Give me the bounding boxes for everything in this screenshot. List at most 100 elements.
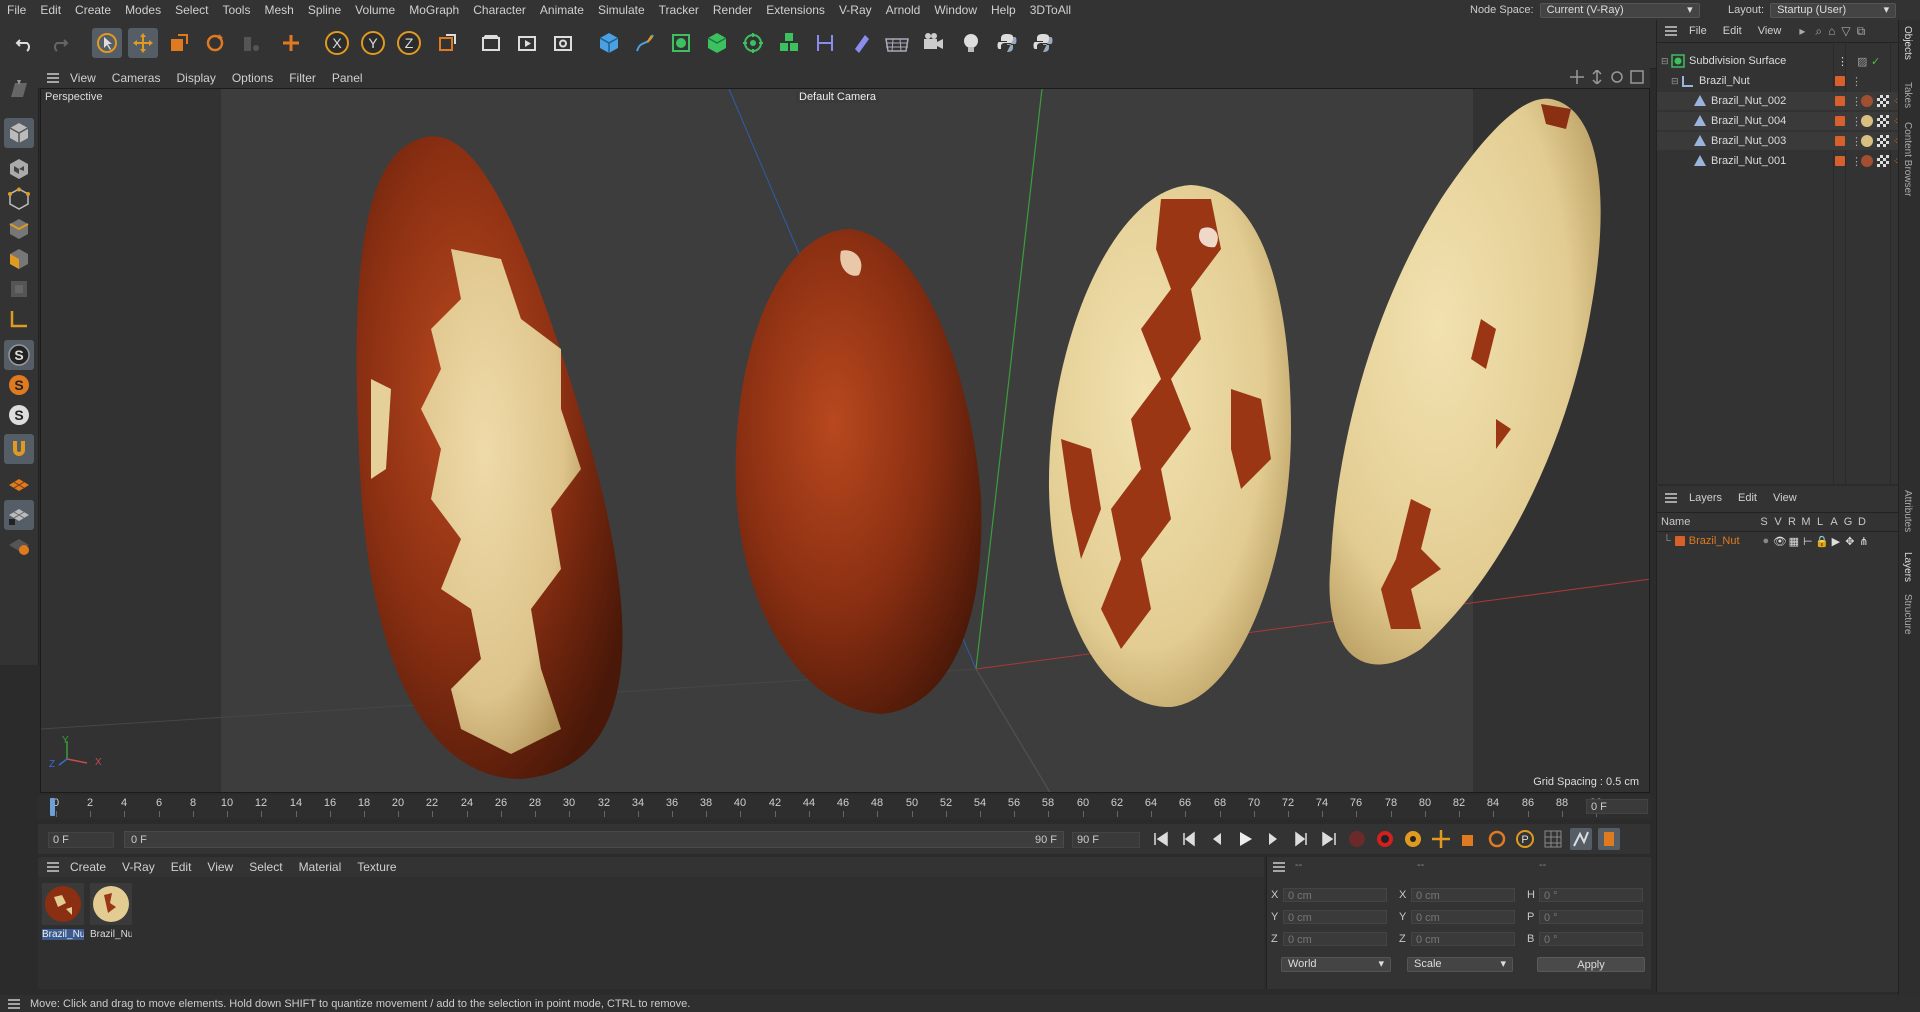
- autokey-record-icon[interactable]: [1374, 828, 1396, 850]
- home-icon[interactable]: ⌂: [1828, 24, 1835, 38]
- layer-color-swatch[interactable]: [1835, 76, 1845, 86]
- move-tool-button[interactable]: [128, 28, 158, 58]
- field-button[interactable]: [846, 28, 876, 58]
- brazil-nut-model[interactable]: [735, 229, 982, 714]
- layer-color-swatch[interactable]: [1835, 116, 1845, 126]
- generator-icon[interactable]: ✥: [1843, 535, 1857, 548]
- key-position-icon[interactable]: [1430, 828, 1452, 850]
- render-view-button[interactable]: [476, 28, 506, 58]
- scale-tool-button[interactable]: [164, 28, 194, 58]
- layer-row-brazil-nut[interactable]: └ Brazil_Nut ● 👁 ▦ ⊢ 🔒 ▶ ✥ ⋔: [1657, 532, 1898, 550]
- layer-color-swatch[interactable]: [1835, 136, 1845, 146]
- material-swatch[interactable]: Brazil_Nu: [42, 883, 84, 940]
- camera-button[interactable]: [918, 28, 948, 58]
- layer-col-visible[interactable]: V: [1771, 516, 1785, 528]
- axis-mode-button[interactable]: [4, 304, 34, 334]
- rotation-b-field[interactable]: 0 °: [1539, 932, 1643, 946]
- snap-enable-button[interactable]: S: [4, 340, 34, 370]
- viewport-menu-filter[interactable]: Filter: [281, 71, 324, 85]
- layer-col-locked[interactable]: L: [1813, 516, 1827, 528]
- tab-layers[interactable]: Layers: [1902, 552, 1913, 582]
- material-menu-vray[interactable]: V-Ray: [114, 860, 163, 874]
- camera-name-label[interactable]: Default Camera: [796, 91, 880, 103]
- keyframe-selection-icon[interactable]: [1402, 828, 1424, 850]
- menu-extensions[interactable]: Extensions: [759, 0, 832, 20]
- eye-icon[interactable]: 👁: [1773, 535, 1787, 548]
- material-tag-icon[interactable]: [1861, 155, 1873, 167]
- filter-icon[interactable]: ▽: [1841, 24, 1850, 38]
- undo-button[interactable]: [10, 28, 40, 58]
- layer-menu-view[interactable]: View: [1765, 492, 1805, 504]
- object-row-brazil-nut-003[interactable]: Brazil_Nut_003 ⋮ ⁘: [1657, 132, 1901, 150]
- layer-col-generators[interactable]: G: [1841, 516, 1855, 528]
- menu-tracker[interactable]: Tracker: [652, 0, 706, 20]
- timeline-window-icon[interactable]: [1598, 828, 1620, 850]
- layer-color-swatch[interactable]: [1674, 536, 1685, 546]
- menu-edit[interactable]: Edit: [33, 0, 68, 20]
- y-axis-lock-button[interactable]: Y: [358, 28, 388, 58]
- z-axis-lock-button[interactable]: Z: [394, 28, 424, 58]
- locked-workplane-button[interactable]: [4, 500, 34, 530]
- light-button[interactable]: [956, 28, 986, 58]
- menu-help[interactable]: Help: [984, 0, 1023, 20]
- search-icon[interactable]: ⌕: [1815, 24, 1822, 39]
- menu-mesh[interactable]: Mesh: [257, 0, 300, 20]
- layer-col-deformers[interactable]: D: [1855, 516, 1869, 528]
- position-y-field[interactable]: 0 cm: [1283, 910, 1387, 924]
- zoom-view-icon[interactable]: [1590, 70, 1604, 84]
- timeline-ruler[interactable]: 0 2 4 6 8 10 12 14 16 18 20 22 24 26 28 30 32 34 36 38 40 42 4…: [38, 795, 1650, 819]
- rotation-p-field[interactable]: 0 °: [1539, 910, 1643, 924]
- size-z-field[interactable]: 0 cm: [1411, 932, 1515, 946]
- position-z-field[interactable]: 0 cm: [1283, 932, 1387, 946]
- viewport-menu-options[interactable]: Options: [224, 71, 281, 85]
- tweak-mode-button[interactable]: [4, 434, 34, 464]
- layer-col-solo[interactable]: S: [1757, 516, 1771, 528]
- play-icon[interactable]: [1234, 828, 1256, 850]
- key-pla-icon[interactable]: [1542, 828, 1564, 850]
- polygon-mode-button[interactable]: [4, 244, 34, 274]
- object-row-brazil-nut-004[interactable]: Brazil_Nut_004 ⋮ ⁘: [1657, 112, 1901, 130]
- menu-mograph[interactable]: MoGraph: [402, 0, 466, 20]
- layer-col-render[interactable]: R: [1785, 516, 1799, 528]
- viewport-menu-panel[interactable]: Panel: [324, 71, 371, 85]
- motion-mode-icon[interactable]: [1570, 828, 1592, 850]
- material-menu-edit[interactable]: Edit: [163, 860, 200, 874]
- tab-attributes[interactable]: Attributes: [1902, 490, 1913, 532]
- hamburger-menu-icon[interactable]: [44, 862, 62, 872]
- menu-vray[interactable]: V-Ray: [832, 0, 879, 20]
- material-tag-icon[interactable]: [1861, 115, 1873, 127]
- coordinate-system-button[interactable]: [432, 28, 462, 58]
- python-generator-button[interactable]: [1028, 28, 1058, 58]
- layer-color-swatch[interactable]: [1835, 156, 1845, 166]
- menu-select[interactable]: Select: [168, 0, 215, 20]
- layout-dropdown[interactable]: Startup (User) ▾: [1770, 2, 1897, 18]
- size-x-field[interactable]: 0 cm: [1411, 888, 1515, 902]
- object-row-brazil-nut-002[interactable]: Brazil_Nut_002 ⋮ ⁘: [1657, 92, 1901, 110]
- python-script-button[interactable]: [992, 28, 1022, 58]
- make-editable-button[interactable]: [4, 74, 34, 104]
- viewport-menu-view[interactable]: View: [62, 71, 104, 85]
- collapse-icon[interactable]: ⊟: [1661, 56, 1671, 67]
- cloner-button[interactable]: [738, 28, 768, 58]
- object-menu-file[interactable]: File: [1681, 25, 1715, 37]
- material-swatch[interactable]: Brazil_Nu: [90, 883, 132, 940]
- deformer-icon[interactable]: ⋔: [1857, 535, 1871, 548]
- layer-menu-layers[interactable]: Layers: [1681, 492, 1730, 504]
- workplane-button[interactable]: [4, 470, 34, 500]
- menu-file[interactable]: File: [0, 0, 33, 20]
- tab-structure[interactable]: Structure: [1902, 594, 1913, 635]
- timeline-playhead[interactable]: [50, 798, 55, 816]
- key-parameter-icon[interactable]: P: [1514, 828, 1536, 850]
- live-selection-button[interactable]: [92, 28, 122, 58]
- rotate-view-icon[interactable]: [1610, 70, 1624, 84]
- layer-col-animation[interactable]: A: [1827, 516, 1841, 528]
- lock-icon[interactable]: 🔒: [1815, 535, 1829, 548]
- menu-spline[interactable]: Spline: [301, 0, 348, 20]
- size-mode-dropdown[interactable]: Scale ▾: [1407, 957, 1513, 972]
- menu-volume[interactable]: Volume: [348, 0, 402, 20]
- current-frame-field[interactable]: 0 F: [1586, 799, 1648, 814]
- new-window-icon[interactable]: ⧉: [1857, 24, 1866, 39]
- key-scale-icon[interactable]: [1458, 828, 1480, 850]
- brazil-nut-model[interactable]: [356, 136, 623, 779]
- menu-character[interactable]: Character: [466, 0, 533, 20]
